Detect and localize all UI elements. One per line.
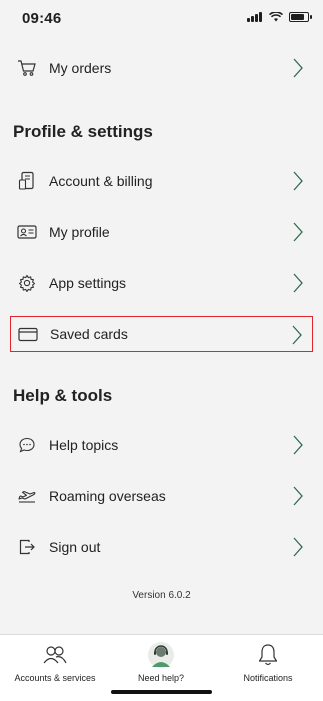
menu-item-label: My profile	[49, 224, 110, 240]
section-title-help: Help & tools	[13, 386, 113, 405]
menu-item-my-profile[interactable]: My profile	[10, 214, 313, 250]
menu-item-label: Roaming overseas	[49, 488, 166, 504]
tab-need-help[interactable]: Need help?	[106, 641, 216, 683]
chevron-right-icon	[293, 273, 303, 293]
menu-item-app-settings[interactable]: App settings	[10, 265, 313, 301]
menu-item-sign-out[interactable]: Sign out	[10, 529, 313, 565]
menu-item-label: Account & billing	[49, 173, 153, 189]
signal-icon	[247, 12, 263, 22]
chevron-right-icon	[293, 537, 303, 557]
menu-item-account-billing[interactable]: Account & billing	[10, 163, 313, 199]
gear-icon	[17, 273, 37, 293]
menu-item-help-topics[interactable]: Help topics	[10, 427, 313, 463]
cart-icon	[17, 58, 37, 78]
menu-scroll-area[interactable]: My orders Profile & settings Account & b…	[0, 34, 323, 634]
tab-label: Notifications	[243, 673, 293, 683]
menu-item-roaming-overseas[interactable]: Roaming overseas	[10, 478, 313, 514]
menu-item-label: My orders	[49, 60, 112, 76]
chevron-right-icon	[293, 486, 303, 506]
app-version: Version 6.0.2	[132, 590, 191, 601]
battery-icon	[289, 12, 312, 22]
tab-accounts-services[interactable]: Accounts & services	[0, 641, 110, 683]
chevron-right-icon	[293, 435, 303, 455]
chevron-right-icon	[293, 222, 303, 242]
chat-bubble-icon	[17, 435, 37, 455]
wifi-icon	[269, 12, 283, 22]
menu-item-label: Saved cards	[50, 326, 128, 342]
people-icon	[43, 646, 67, 664]
menu-item-saved-cards[interactable]: Saved cards	[10, 316, 313, 352]
bill-icon	[17, 171, 37, 191]
id-card-icon	[17, 222, 37, 242]
menu-item-my-orders[interactable]: My orders	[10, 50, 313, 86]
tab-label: Accounts & services	[14, 673, 96, 683]
status-bar: 09:46	[0, 0, 323, 34]
credit-card-icon	[18, 324, 38, 344]
chevron-right-icon	[293, 171, 303, 191]
tab-notifications[interactable]: Notifications	[213, 641, 323, 683]
sign-out-icon	[17, 537, 37, 557]
chevron-right-icon	[292, 325, 302, 345]
menu-item-label: App settings	[49, 275, 127, 291]
system-indicators	[247, 12, 312, 22]
home-indicator	[111, 690, 212, 694]
support-agent-icon	[148, 642, 174, 668]
status-time: 09:46	[22, 10, 62, 27]
bell-icon	[258, 644, 278, 666]
menu-item-label: Sign out	[49, 539, 101, 555]
section-title-profile: Profile & settings	[13, 122, 153, 141]
tab-label: Need help?	[137, 673, 185, 683]
chevron-right-icon	[293, 58, 303, 78]
menu-item-label: Help topics	[49, 437, 119, 453]
airplane-icon	[17, 486, 37, 506]
